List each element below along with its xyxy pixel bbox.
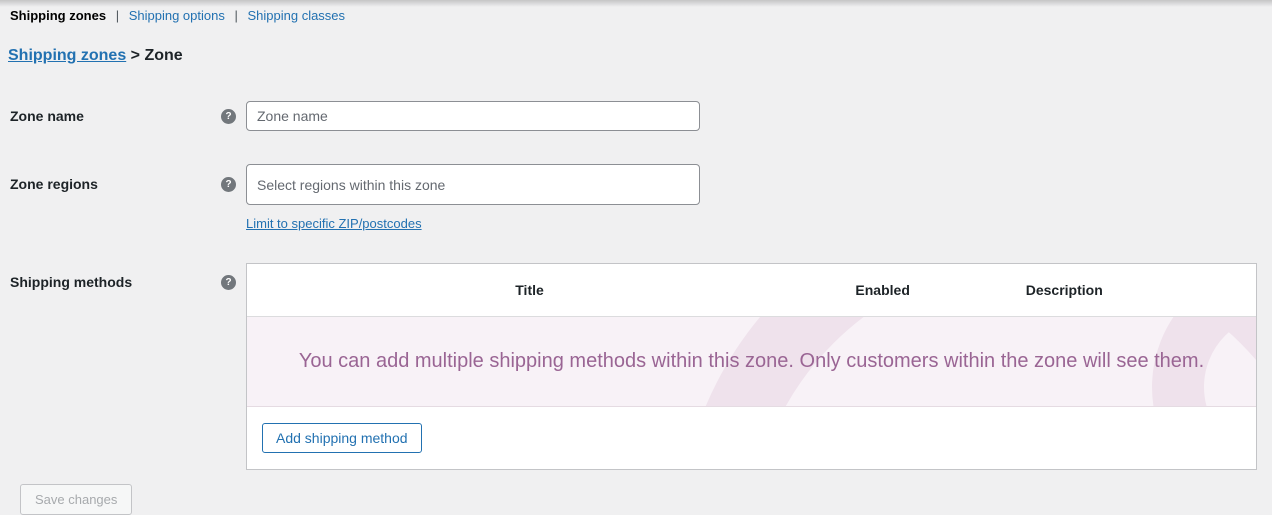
breadcrumb: Shipping zones > Zone	[8, 46, 183, 66]
shipping-settings-tab-nav: Shipping zones | Shipping options | Ship…	[10, 8, 345, 24]
help-icon[interactable]: ?	[221, 109, 236, 124]
top-edge-shadow	[0, 0, 1272, 7]
help-icon[interactable]: ?	[221, 177, 236, 192]
breadcrumb-shipping-zones-link[interactable]: Shipping zones	[8, 47, 126, 64]
zone-name-label: Zone name	[10, 108, 84, 124]
column-header-enabled: Enabled	[812, 282, 953, 298]
tab-separator: |	[116, 8, 119, 23]
tab-separator: |	[234, 8, 237, 23]
shipping-methods-table: Title Enabled Description You can add mu…	[246, 263, 1257, 470]
tab-shipping-classes[interactable]: Shipping classes	[247, 8, 345, 23]
shipping-zone-settings-page: { "top_nav": { "separator": "|", "items"…	[0, 0, 1272, 500]
limit-zip-postcodes-link[interactable]: Limit to specific ZIP/postcodes	[246, 216, 422, 231]
zone-name-input[interactable]	[246, 101, 700, 131]
help-icon[interactable]: ?	[221, 275, 236, 290]
add-shipping-method-button[interactable]: Add shipping method	[262, 423, 422, 453]
shipping-methods-label: Shipping methods	[10, 274, 132, 290]
breadcrumb-current-zone: Zone	[144, 47, 182, 64]
table-header-row: Title Enabled Description	[247, 264, 1256, 317]
table-footer-row: Add shipping method	[247, 407, 1256, 469]
tab-shipping-options[interactable]: Shipping options	[129, 8, 225, 23]
column-header-description: Description	[953, 282, 1175, 298]
tab-shipping-zones[interactable]: Shipping zones	[10, 8, 106, 23]
zone-regions-select[interactable]	[246, 164, 700, 205]
zone-regions-label: Zone regions	[10, 176, 98, 192]
empty-methods-message-row: You can add multiple shipping methods wi…	[247, 317, 1256, 407]
column-header-title: Title	[247, 282, 812, 298]
breadcrumb-separator: >	[131, 47, 140, 64]
empty-methods-message: You can add multiple shipping methods wi…	[299, 350, 1204, 373]
